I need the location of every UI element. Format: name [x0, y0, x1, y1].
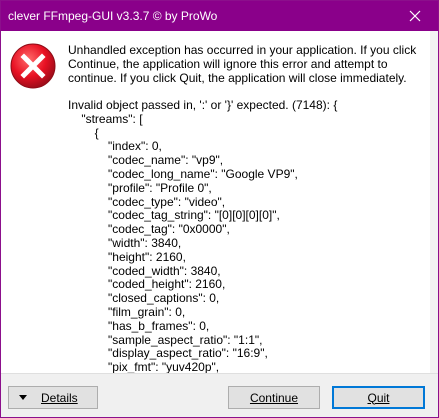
- button-bar: Details Continue Quit: [1, 373, 438, 417]
- details-line: "display_aspect_ratio": "16:9",: [68, 346, 268, 361]
- details-line: "pix_fmt": "yuv420p",: [68, 360, 220, 373]
- window-title: clever FFmpeg-GUI v3.3.7 © by ProWo: [8, 9, 218, 23]
- details-line: "coded_height": 2160,: [68, 277, 226, 292]
- details-button[interactable]: Details: [8, 386, 98, 409]
- details-line: "coded_width": 3840,: [68, 263, 221, 278]
- details-line: "film_grain": 0,: [68, 304, 186, 319]
- details-line: "codec_tag_string": "[0][0][0][0]",: [68, 208, 280, 223]
- details-scrollbar[interactable]: [430, 31, 438, 373]
- triangle-down-icon: [19, 395, 27, 400]
- continue-button[interactable]: Continue: [228, 386, 320, 409]
- details-line: "streams": [: [68, 111, 143, 126]
- details-line: Invalid object passed in, ':' or '}' exp…: [68, 99, 338, 112]
- continue-button-label: Continue: [249, 390, 299, 405]
- quit-button-label: Quit: [367, 390, 390, 405]
- dialog-content: Unhandled exception has occurred in your…: [1, 31, 438, 373]
- quit-button[interactable]: Quit: [332, 386, 425, 409]
- details-line: "codec_name": "vp9",: [68, 153, 224, 168]
- error-message: Unhandled exception has occurred in your…: [68, 43, 420, 85]
- close-button[interactable]: [392, 1, 438, 31]
- exception-details[interactable]: Invalid object passed in, ':' or '}' exp…: [68, 99, 436, 373]
- details-line: {: [68, 125, 99, 140]
- details-line: "closed_captions": 0,: [68, 291, 220, 306]
- exception-dialog: clever FFmpeg-GUI v3.3.7 © by ProWo Unha…: [0, 0, 439, 418]
- details-line: "height": 2160,: [68, 249, 186, 264]
- details-line: "profile": "Profile 0",: [68, 180, 212, 195]
- title-bar[interactable]: clever FFmpeg-GUI v3.3.7 © by ProWo: [1, 1, 438, 31]
- details-line: "has_b_frames": 0,: [68, 318, 210, 333]
- details-line: "width": 3840,: [68, 235, 182, 250]
- details-line: "codec_long_name": "Google VP9",: [68, 166, 298, 181]
- details-line: "sample_aspect_ratio": "1:1",: [68, 332, 263, 347]
- details-line: "index": 0,: [68, 139, 162, 154]
- details-button-label: Details: [41, 390, 78, 405]
- error-icon: [10, 43, 56, 89]
- details-line: "codec_type": "video",: [68, 194, 226, 209]
- close-icon: [409, 10, 421, 22]
- details-line: "codec_tag": "0x0000",: [68, 222, 230, 237]
